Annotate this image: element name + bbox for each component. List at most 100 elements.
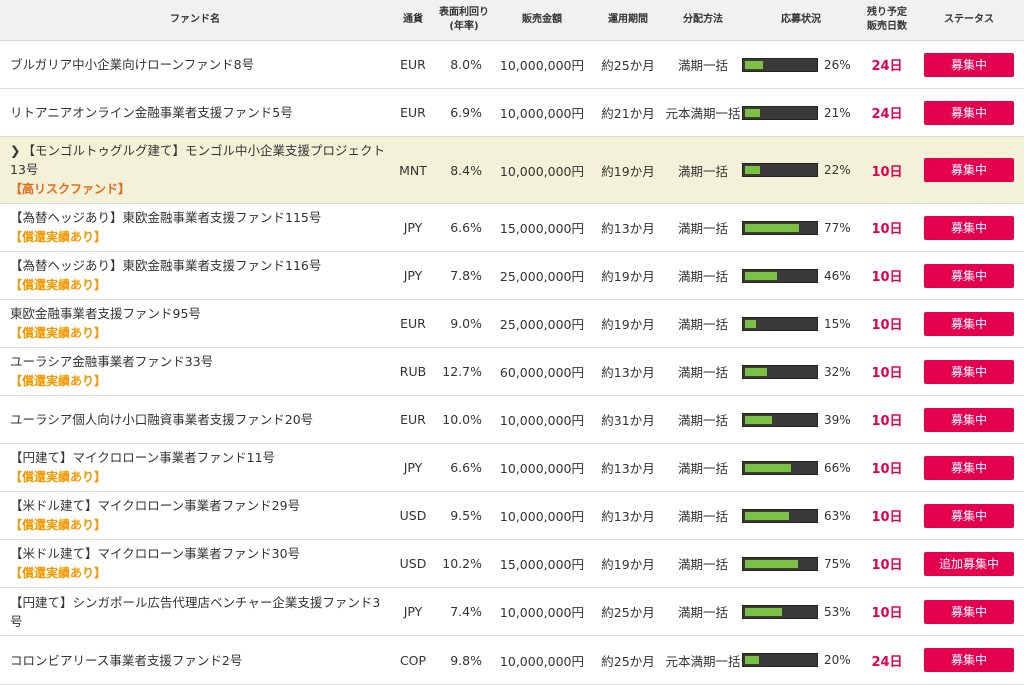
status-button[interactable]: 募集中	[924, 263, 1014, 288]
fund-name-link[interactable]: ユーラシア個人向け小口融資事業者支援ファンド20号	[10, 412, 313, 427]
fund-name-link[interactable]: ブルガリア中小企業向けローンファンド8号	[10, 57, 254, 72]
status-button[interactable]: 募集中	[924, 359, 1014, 384]
fund-name-link[interactable]: 【為替ヘッジあり】東欧金融事業者支援ファンド116号	[10, 258, 321, 273]
table-row[interactable]: 【米ドル建て】マイクロローン事業者ファンド29号 【償還実績あり】 USD 9.5% 1…	[0, 491, 1024, 540]
header-period[interactable]: 運用期間	[592, 0, 664, 41]
table-row[interactable]: ❯ 【モンゴルトゥグルグ建て】モンゴル中小企業支援プロジェクト13号 【高リスクファ…	[0, 136, 1024, 204]
subscription-cell: 15%	[742, 299, 860, 348]
remaining-days-cell: 10日	[860, 587, 914, 636]
table-row[interactable]: 東欧金融事業者支援ファンド95号 【償還実績あり】 EUR 9.0% 25,000,00…	[0, 299, 1024, 348]
table-row[interactable]: 【米ドル建て】マイクロローン事業者ファンド30号 【償還実績あり】 USD 10.2%…	[0, 539, 1024, 588]
progress-group: 39%	[742, 412, 860, 427]
fund-name-cell[interactable]: ユーラシア金融事業者ファンド33号 【償還実績あり】	[0, 347, 390, 396]
progress-percent: 32%	[824, 364, 851, 379]
status-button[interactable]: 追加募集中	[924, 551, 1014, 576]
subscription-cell: 20%	[742, 635, 860, 685]
subscription-cell: 22%	[742, 136, 860, 204]
progress-bar	[742, 604, 818, 619]
fund-name-cell[interactable]: 【円建て】シンガポール広告代理店ベンチャー企業支援ファンド3号	[0, 587, 390, 636]
header-remaining-days[interactable]: 残り予定 販売日数	[860, 0, 914, 41]
header-yield[interactable]: 表面利回り (年率)	[436, 0, 492, 41]
status-button[interactable]: 募集中	[924, 648, 1014, 672]
fund-badge: 【償還実績あり】	[10, 470, 107, 484]
table-row[interactable]: ブルガリア中小企業向けローンファンド8号 EUR 8.0% 10,000,000円 約2…	[0, 40, 1024, 89]
table-row[interactable]: 【為替ヘッジあり】東欧金融事業者支援ファンド116号 【償還実績あり】 JPY 7.8…	[0, 251, 1024, 300]
fund-name-link[interactable]: 【モンゴルトゥグルグ建て】モンゴル中小企業支援プロジェクト13号	[10, 143, 385, 177]
table-row[interactable]: ユーラシア個人向け小口融資事業者支援ファンド20号 EUR 10.0% 10,000,…	[0, 395, 1024, 444]
progress-fill	[745, 607, 782, 616]
fund-name-cell[interactable]: 【米ドル建て】マイクロローン事業者ファンド30号 【償還実績あり】	[0, 539, 390, 588]
header-fund-name[interactable]: ファンド名	[0, 0, 390, 41]
table-row[interactable]: リトアニアオンライン金融事業者支援ファンド5号 EUR 6.9% 10,000,000…	[0, 88, 1024, 137]
status-button[interactable]: 募集中	[924, 407, 1014, 432]
progress-percent: 20%	[824, 653, 851, 667]
header-subscription[interactable]: 応募状況	[742, 0, 860, 41]
status-button[interactable]: 募集中	[924, 52, 1014, 77]
progress-bar	[742, 653, 818, 667]
fund-name-cell[interactable]: 【円建て】マイクロローン事業者ファンド11号 【償還実績あり】	[0, 443, 390, 492]
currency-cell: EUR	[390, 395, 436, 444]
fund-name-link[interactable]: リトアニアオンライン金融事業者支援ファンド5号	[10, 105, 293, 120]
fund-name-cell[interactable]: リトアニアオンライン金融事業者支援ファンド5号	[0, 88, 390, 137]
status-button[interactable]: 募集中	[924, 100, 1014, 125]
header-distribution[interactable]: 分配方法	[664, 0, 742, 41]
period-cell: 約19か月	[592, 299, 664, 348]
fund-name-link[interactable]: ユーラシア金融事業者ファンド33号	[10, 354, 213, 369]
table-row[interactable]: 【円建て】シンガポール広告代理店ベンチャー企業支援ファンド3号 JPY 7.4% 10…	[0, 587, 1024, 636]
fund-name-cell[interactable]: 【為替ヘッジあり】東欧金融事業者支援ファンド116号 【償還実績あり】	[0, 251, 390, 300]
table-row[interactable]: 【為替ヘッジあり】東欧金融事業者支援ファンド115号 【償還実績あり】 JPY 6.6…	[0, 203, 1024, 252]
fund-name-cell[interactable]: 東欧金融事業者支援ファンド95号 【償還実績あり】	[0, 299, 390, 348]
remaining-days-cell: 24日	[860, 88, 914, 137]
status-cell: 募集中	[914, 443, 1024, 492]
header-yield-line2: (年率)	[449, 21, 479, 32]
distribution-cell: 満期一括	[664, 40, 742, 89]
fund-name-cell[interactable]: ブルガリア中小企業向けローンファンド8号	[0, 40, 390, 89]
table-row[interactable]: コロンビアリース事業者支援ファンド2号 COP 9.8% 10,000,000円 約25…	[0, 635, 1024, 685]
fund-name-cell[interactable]: 【為替ヘッジあり】東欧金融事業者支援ファンド115号 【償還実績あり】	[0, 203, 390, 252]
fund-name-link[interactable]: 【為替ヘッジあり】東欧金融事業者支援ファンド115号	[10, 210, 321, 225]
yield-cell: 12.7%	[436, 347, 492, 396]
fund-name-link[interactable]: 東欧金融事業者支援ファンド95号	[10, 306, 201, 321]
status-button[interactable]: 募集中	[924, 311, 1014, 336]
header-amount[interactable]: 販売金額	[492, 0, 592, 41]
fund-name-cell[interactable]: ユーラシア個人向け小口融資事業者支援ファンド20号	[0, 395, 390, 444]
distribution-cell: 満期一括	[664, 299, 742, 348]
table-row[interactable]: ユーラシア金融事業者ファンド33号 【償還実績あり】 RUB 12.7% 60,000,…	[0, 347, 1024, 396]
fund-name-link[interactable]: 【円建て】シンガポール広告代理店ベンチャー企業支援ファンド3号	[10, 595, 380, 629]
progress-group: 75%	[742, 556, 860, 571]
header-currency[interactable]: 通貨	[390, 0, 436, 41]
period-cell: 約31か月	[592, 395, 664, 444]
currency-cell: EUR	[390, 40, 436, 89]
fund-name-link[interactable]: 【米ドル建て】マイクロローン事業者ファンド29号	[10, 498, 300, 513]
table-row[interactable]: 【円建て】マイクロローン事業者ファンド11号 【償還実績あり】 JPY 6.6% 10,…	[0, 443, 1024, 492]
progress-bar	[742, 508, 818, 523]
progress-bar	[742, 57, 818, 72]
fund-name-link[interactable]: 【米ドル建て】マイクロローン事業者ファンド30号	[10, 546, 300, 561]
subscription-cell: 39%	[742, 395, 860, 444]
progress-percent: 21%	[824, 105, 851, 120]
subscription-cell: 53%	[742, 587, 860, 636]
period-cell: 約19か月	[592, 136, 664, 204]
period-cell: 約13か月	[592, 491, 664, 540]
header-status[interactable]: ステータス	[914, 0, 1024, 41]
currency-cell: JPY	[390, 251, 436, 300]
fund-name-cell[interactable]: コロンビアリース事業者支援ファンド2号	[0, 635, 390, 685]
status-button[interactable]: 募集中	[924, 215, 1014, 240]
amount-cell: 10,000,000円	[492, 395, 592, 444]
status-button[interactable]: 募集中	[924, 503, 1014, 528]
status-button[interactable]: 募集中	[924, 158, 1014, 182]
fund-name-cell[interactable]: 【米ドル建て】マイクロローン事業者ファンド29号 【償還実績あり】	[0, 491, 390, 540]
fund-badge: 【償還実績あり】	[10, 326, 107, 340]
status-button[interactable]: 募集中	[924, 599, 1014, 624]
fund-name-cell[interactable]: ❯ 【モンゴルトゥグルグ建て】モンゴル中小企業支援プロジェクト13号 【高リスクファ…	[0, 136, 390, 204]
status-button[interactable]: 募集中	[924, 455, 1014, 480]
amount-cell: 60,000,000円	[492, 347, 592, 396]
fund-badge: 【償還実績あり】	[10, 566, 107, 580]
period-cell: 約13か月	[592, 443, 664, 492]
fund-name-link[interactable]: コロンビアリース事業者支援ファンド2号	[10, 653, 242, 668]
fund-badge: 【高リスクファンド】	[10, 182, 131, 196]
remaining-days-cell: 10日	[860, 299, 914, 348]
progress-group: 53%	[742, 604, 860, 619]
remaining-days-cell: 10日	[860, 491, 914, 540]
fund-name-link[interactable]: 【円建て】マイクロローン事業者ファンド11号	[10, 450, 275, 465]
